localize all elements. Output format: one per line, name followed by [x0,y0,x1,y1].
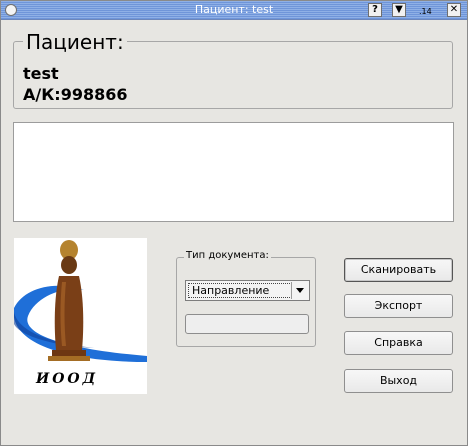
organization-logo: ИООД [14,238,147,394]
notes-text-area[interactable] [13,122,454,222]
close-button[interactable]: ✕ [447,3,461,17]
document-type-value: Направление [192,284,270,297]
logo-text: ИООД [36,371,99,387]
help-button[interactable]: Справка [344,331,453,355]
export-button[interactable]: Экспорт [344,294,453,318]
document-type-select[interactable]: Направление [185,280,310,301]
exit-button[interactable]: Выход [344,369,453,393]
scan-button[interactable]: Сканировать [344,258,453,282]
title-bar[interactable]: Пациент: test ? ▼ .14 ✕ [1,1,467,20]
chevron-down-icon[interactable] [291,282,308,299]
patient-name: test [23,64,59,83]
help-title-button[interactable]: ? [368,3,382,17]
progress-bar [185,314,309,334]
patient-group-title: Пациент: [23,30,127,54]
minimize-button[interactable]: ▼ [392,3,406,17]
title-extra-label: .14 [419,7,432,16]
document-type-label: Тип документа: [184,250,271,261]
patient-card-number: А/К:998866 [23,85,128,104]
